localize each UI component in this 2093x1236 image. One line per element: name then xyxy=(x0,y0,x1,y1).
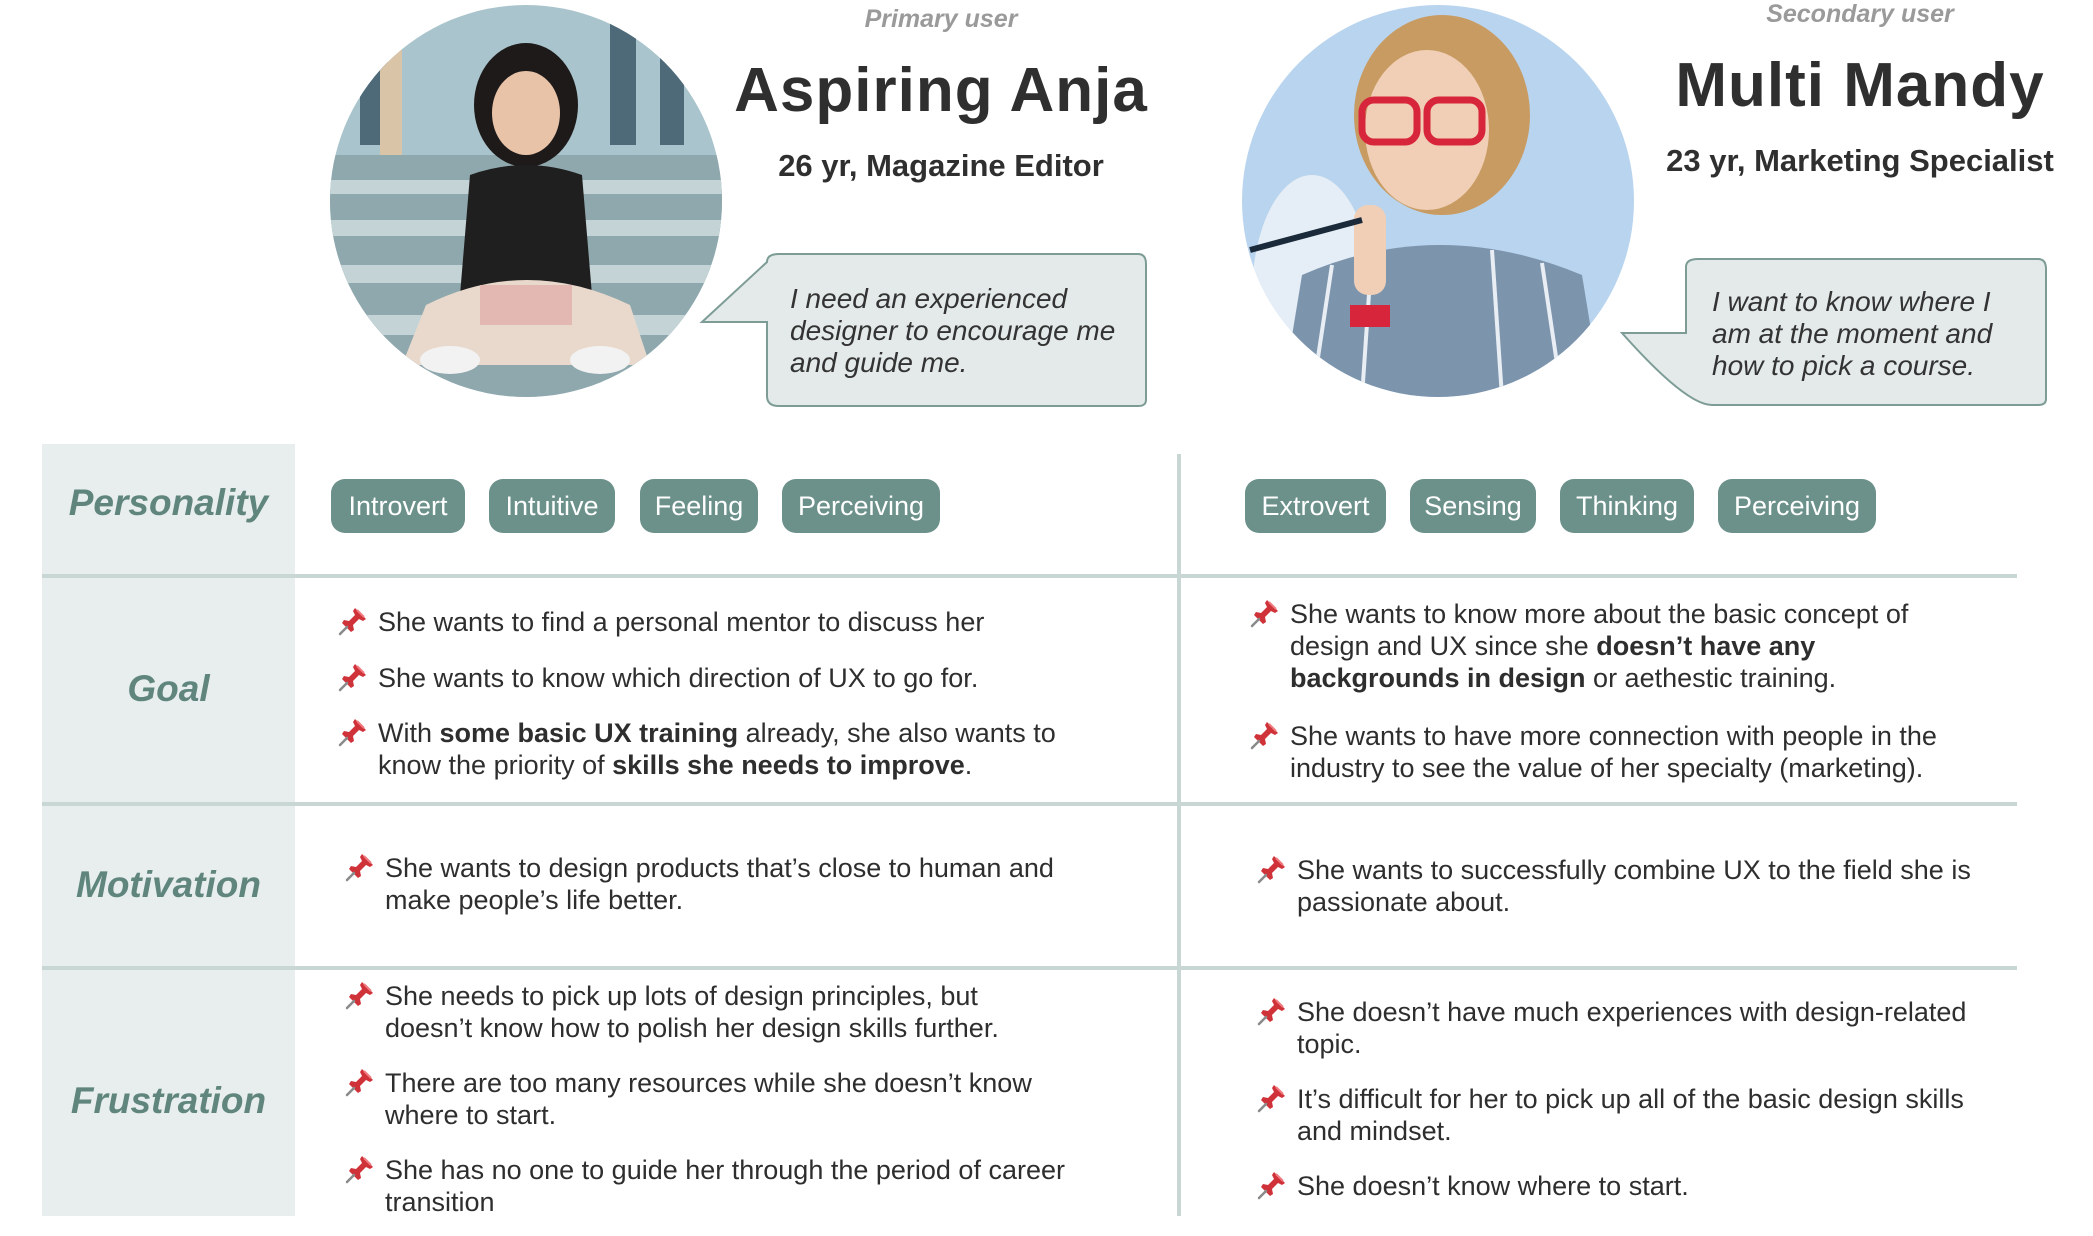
body-text: industry to see the value of her special… xyxy=(1290,753,1924,783)
pushpin-icon xyxy=(1250,720,1280,750)
trait-tag: Perceiving xyxy=(782,479,940,533)
mandy-role: Secondary user xyxy=(1766,0,1954,28)
mandy-info: 23 yr, Marketing Specialist xyxy=(1666,143,2054,178)
trait-tag: Feeling xyxy=(640,479,758,533)
emphasis-text: backgrounds in design xyxy=(1290,663,1586,693)
goal-item-line: With some basic UX training already, she… xyxy=(378,717,1056,749)
frustration-item-line: She needs to pick up lots of design prin… xyxy=(385,981,978,1011)
body-text: She wants to have more connection with p… xyxy=(1290,721,1937,751)
goal-item-line: know the priority of skills she needs to… xyxy=(378,749,1056,781)
anja-role: Primary user xyxy=(864,5,1018,33)
motivation-item-line: She wants to successfully combine UX to … xyxy=(1297,855,1971,885)
frustration-item: She has no one to guide her through the … xyxy=(385,1154,1065,1218)
pushpin-icon xyxy=(345,1154,375,1184)
goal-item-line: design and UX since she doesn’t have any xyxy=(1290,630,1908,662)
anja-quote-line: I need an experienced xyxy=(790,283,1068,314)
frustration-item-line: and mindset. xyxy=(1297,1116,1452,1146)
pushpin-icon xyxy=(338,606,368,636)
frustration-item: She doesn’t know where to start. xyxy=(1297,1170,1689,1202)
row-label-motivation: Motivation xyxy=(76,864,261,905)
mandy-name: Multi Mandy xyxy=(1675,51,2045,120)
frustration-item-line: topic. xyxy=(1297,1029,1362,1059)
pushpin-icon xyxy=(345,852,375,882)
body-text: She wants to find a personal mentor to d… xyxy=(378,607,985,637)
anja-quote-line: designer to encourage me xyxy=(790,315,1116,346)
goal-item: With some basic UX training already, she… xyxy=(378,717,1056,781)
frustration-item-line: She has no one to guide her through the … xyxy=(385,1155,1065,1185)
frustration-item: It’s difficult for her to pick up all of… xyxy=(1297,1083,1964,1147)
motivation-item-line: passionate about. xyxy=(1297,887,1511,917)
column-divider xyxy=(1177,454,1181,1216)
trait-tag: Intuitive xyxy=(489,479,615,533)
motivation-item-line: She wants to design products that’s clos… xyxy=(385,853,1054,883)
row-label-frustration: Frustration xyxy=(70,1080,267,1121)
pushpin-icon xyxy=(1257,1170,1287,1200)
row-divider xyxy=(42,802,2017,806)
body-text: design and UX since she xyxy=(1290,631,1597,661)
frustration-item-line: She doesn’t know where to start. xyxy=(1297,1171,1689,1201)
goal-item-line: She wants to have more connection with p… xyxy=(1290,720,1937,752)
goal-item: She wants to know which direction of UX … xyxy=(378,662,978,694)
anja-name: Aspiring Anja xyxy=(734,56,1148,125)
frustration-item-line: doesn’t know how to polish her design sk… xyxy=(385,1013,999,1043)
goal-item-line: She wants to know more about the basic c… xyxy=(1290,598,1908,630)
motivation-item-line: make people’s life better. xyxy=(385,885,684,915)
frustration-item-line: It’s difficult for her to pick up all of… xyxy=(1297,1084,1964,1114)
frustration-item-line: She doesn’t have much experiences with d… xyxy=(1297,997,1967,1027)
motivation-item: She wants to design products that’s clos… xyxy=(385,852,1054,916)
anja-info: 26 yr, Magazine Editor xyxy=(778,148,1104,183)
mandy-quote-line: I want to know where I xyxy=(1712,286,1991,317)
body-text: already, she also wants to xyxy=(738,718,1056,748)
goal-item: She wants to find a personal mentor to d… xyxy=(378,606,984,638)
frustration-item: There are too many resources while she d… xyxy=(385,1067,1032,1131)
goal-item-line: industry to see the value of her special… xyxy=(1290,752,1937,784)
goal-item: She wants to know more about the basic c… xyxy=(1290,598,1908,694)
row-label-personality: Personality xyxy=(68,482,269,523)
anja-quote: I need an experienced designer to encour… xyxy=(790,283,1115,379)
motivation-item: She wants to successfully combine UX to … xyxy=(1297,854,1971,918)
anja-quote-line: and guide me. xyxy=(790,347,968,378)
goal-item-line: backgrounds in design or aethestic train… xyxy=(1290,662,1908,694)
row-divider xyxy=(42,966,2017,970)
pushpin-icon xyxy=(1257,854,1287,884)
pushpin-icon xyxy=(345,1067,375,1097)
trait-tag: Sensing xyxy=(1410,479,1536,533)
frustration-item-line: transition xyxy=(385,1187,495,1217)
emphasis-text: skills she needs to improve xyxy=(612,750,965,780)
body-text: . xyxy=(964,750,973,780)
row-divider xyxy=(42,574,2017,578)
frustration-item-line: where to start. xyxy=(385,1100,557,1130)
pushpin-icon xyxy=(1250,598,1280,628)
pushpin-icon xyxy=(345,980,375,1010)
frustration-item: She needs to pick up lots of design prin… xyxy=(385,980,999,1044)
pushpin-icon xyxy=(338,662,368,692)
mandy-quote-line: am at the moment and xyxy=(1712,318,1993,349)
body-text: She wants to know which direction of UX … xyxy=(378,663,979,693)
body-text: know the priority of xyxy=(378,750,613,780)
mandy-quote: I want to know where I am at the moment … xyxy=(1712,286,1992,382)
mandy-quote-line: how to pick a course. xyxy=(1712,350,1976,381)
frustration-item: She doesn’t have much experiences with d… xyxy=(1297,996,1966,1060)
trait-tag: Introvert xyxy=(331,479,465,533)
pushpin-icon xyxy=(338,717,368,747)
trait-tag: Thinking xyxy=(1560,479,1694,533)
emphasis-text: some basic UX training xyxy=(439,718,739,748)
trait-tag: Perceiving xyxy=(1718,479,1876,533)
frustration-item-line: There are too many resources while she d… xyxy=(385,1068,1032,1098)
body-text: or aethestic training. xyxy=(1585,663,1837,693)
emphasis-text: doesn’t have any xyxy=(1596,631,1816,661)
pushpin-icon xyxy=(1257,996,1287,1026)
pushpin-icon xyxy=(1257,1083,1287,1113)
trait-tag: Extrovert xyxy=(1245,479,1386,533)
body-text: With xyxy=(378,718,440,748)
body-text: She wants to know more about the basic c… xyxy=(1290,599,1909,629)
row-label-goal: Goal xyxy=(127,668,210,709)
goal-item: She wants to have more connection with p… xyxy=(1290,720,1937,784)
